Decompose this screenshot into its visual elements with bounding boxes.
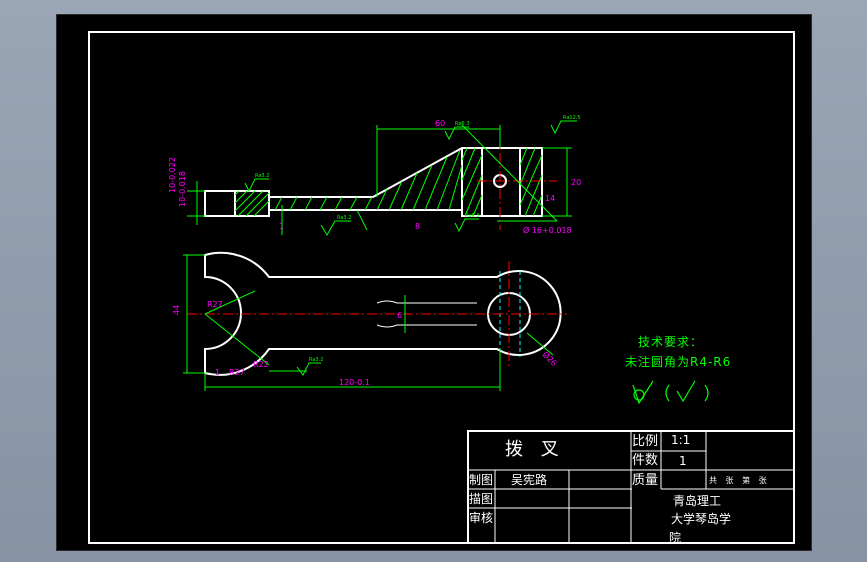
tech-req-heading: 技术要求： [638, 335, 704, 349]
drawn-by: 吴宪路 [511, 473, 548, 487]
roughness-label-2: Ra6.3 [455, 121, 469, 127]
dim-thick: 1 [279, 222, 284, 231]
count-value: 1 [679, 454, 687, 468]
dim-plan-left: R22 [253, 360, 269, 369]
school-line-1: 青岛理工 [673, 494, 722, 508]
dim-plan-small: 1 [215, 368, 220, 377]
dim-plan-height: 44 [172, 305, 181, 315]
dim-left-tol2: 10-0.018 [178, 171, 187, 207]
dim-plan-chamfer: R27 [229, 368, 245, 377]
general-roughness-symbol [632, 380, 709, 405]
traced-label: 描图 [469, 492, 494, 506]
scale-label: 比例 [632, 434, 659, 449]
dim-top-hole: Ø 16+0.018 [523, 225, 572, 235]
tech-req-line-1: 未注圆角为R4-R6 [625, 355, 732, 369]
roughness-texts: Ra3.2 Ra6.3 Ra12.5 Ra3.2 Ra6.3 Ra3.2 [255, 115, 581, 363]
roughness-label-1: Ra3.2 [255, 173, 269, 179]
part-name: 拨 叉 [505, 439, 565, 460]
dim-plan-bore: Ø26 [541, 349, 560, 368]
section-dimensions [187, 124, 572, 235]
mass-label: 质量 [632, 473, 659, 488]
engineering-drawing: 60 20 Ø 16+0.018 14 10-0.022 10-0.018 8 … [88, 31, 795, 544]
dim-plan-length: 120-0.1 [339, 378, 370, 387]
dim-left-tol: 10-0.022 [168, 157, 177, 193]
dim-plan-slot: 6 [397, 311, 402, 320]
dim-plan-radius: R27 [207, 300, 223, 309]
dim-top-height: 20 [571, 178, 581, 187]
drawing-border [88, 31, 795, 544]
count-label: 件数 [632, 453, 659, 468]
roughness-label-4: Ra3.2 [337, 215, 351, 221]
roughness-label-3: Ra12.5 [563, 115, 581, 121]
scale-value: 1:1 [671, 433, 691, 447]
dim-gap: 8 [415, 222, 420, 231]
cad-viewport[interactable]: 60 20 Ø 16+0.018 14 10-0.022 10-0.018 8 … [56, 14, 812, 551]
drawn-label: 制图 [469, 473, 494, 487]
checked-label: 审核 [469, 511, 494, 525]
roughness-symbols [244, 120, 577, 376]
school-line-3: 院 [669, 531, 682, 545]
hatching [234, 147, 543, 217]
dim-top-inner: 14 [545, 194, 555, 203]
school-line-2: 大学琴岛学 [671, 512, 732, 526]
sheets-text: 共 张 第 张 [709, 476, 767, 485]
roughness-label-5: Ra6.3 [465, 213, 479, 219]
dim-top-width: 60 [435, 119, 445, 128]
roughness-label-6: Ra3.2 [309, 357, 323, 363]
